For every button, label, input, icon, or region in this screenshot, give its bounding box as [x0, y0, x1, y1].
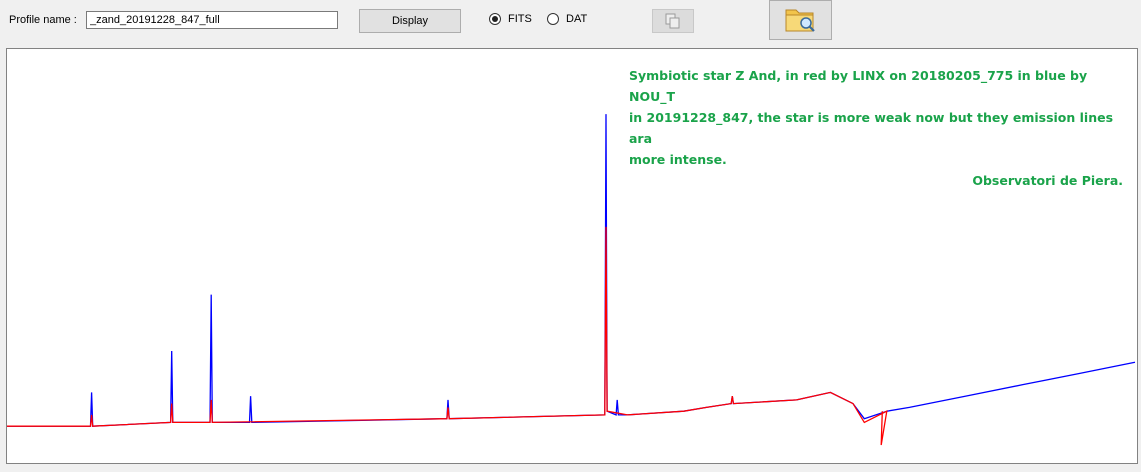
annotation-line-2: in 20191228_847, the star is more weak n… [629, 110, 1114, 146]
spectrum-plot[interactable]: Symbiotic star Z And, in red by LINX on … [6, 48, 1138, 464]
dat-radio-dot[interactable] [547, 13, 559, 25]
annotation-line-3: more intense. [629, 152, 727, 167]
spectrum-series-2 [7, 226, 888, 446]
profile-name-input[interactable] [86, 11, 338, 29]
fits-radio-dot[interactable] [489, 13, 501, 25]
fits-radio[interactable]: FITS [489, 13, 532, 25]
display-button[interactable]: Display [359, 9, 461, 33]
toolbar: Profile name : Display FITS DAT [0, 0, 1141, 44]
fits-radio-label: FITS [508, 13, 532, 25]
folder-search-icon [785, 9, 815, 32]
plot-annotation: Symbiotic star Z And, in red by LINX on … [629, 65, 1123, 191]
annotation-signature: Observatori de Piera. [972, 173, 1123, 188]
copy-button[interactable] [652, 9, 694, 33]
dat-radio-label: DAT [566, 13, 588, 25]
annotation-line-1: Symbiotic star Z And, in red by LINX on … [629, 68, 1088, 104]
copy-icon [665, 13, 680, 29]
profile-name-label: Profile name : [9, 14, 77, 26]
open-folder-button[interactable] [769, 0, 832, 40]
dat-radio[interactable]: DAT [547, 13, 587, 25]
